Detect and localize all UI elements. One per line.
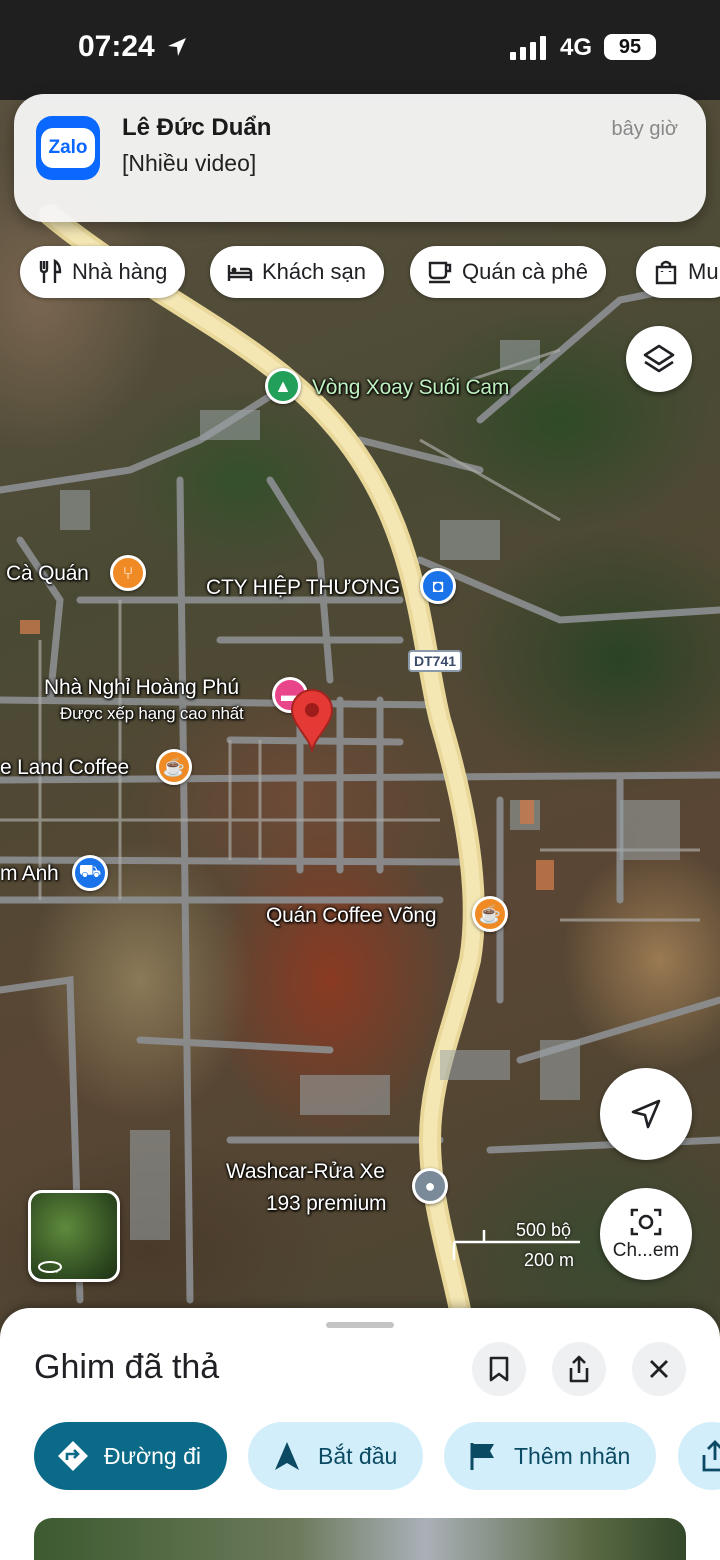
place-bottom-sheet[interactable]: Ghim đã thả Đường đi Bắt đầu Thêm nhãn bbox=[0, 1308, 720, 1560]
service-marker-icon[interactable]: ● bbox=[412, 1168, 448, 1204]
sheet-drag-handle[interactable] bbox=[326, 1322, 394, 1328]
share-icon bbox=[702, 1440, 720, 1472]
layers-icon bbox=[643, 344, 675, 373]
place-label-coffee-vong[interactable]: Quán Coffee Võng bbox=[266, 904, 437, 928]
notification-time: bây giờ bbox=[611, 118, 678, 140]
directions-icon bbox=[58, 1441, 88, 1471]
notification-message: [Nhiều video] bbox=[122, 150, 257, 176]
place-label-ca-quan[interactable]: Cà Quán bbox=[6, 562, 89, 586]
status-time: 07:24 bbox=[78, 30, 155, 63]
cafe-marker-icon[interactable]: ☕ bbox=[156, 749, 192, 785]
bookmark-icon bbox=[489, 1356, 509, 1382]
lens-button[interactable]: Ch...em bbox=[600, 1188, 692, 1280]
save-button[interactable] bbox=[472, 1342, 526, 1396]
share-button[interactable] bbox=[552, 1342, 606, 1396]
place-sublabel-rating: Được xếp hạng cao nhất bbox=[60, 704, 244, 723]
scale-imperial: 500 bộ bbox=[516, 1220, 572, 1240]
chip-shopping[interactable]: Mu bbox=[636, 246, 720, 298]
park-marker-icon[interactable]: ▲ bbox=[265, 368, 301, 404]
place-label-vong-xoay[interactable]: Vòng Xoay Suối Cam bbox=[312, 376, 509, 400]
chip-coffee[interactable]: Quán cà phê bbox=[410, 246, 606, 298]
network-type: 4G bbox=[560, 34, 593, 61]
place-label-washcar-line2[interactable]: 193 premium bbox=[266, 1192, 387, 1216]
restaurant-marker-icon[interactable]: ⑂ bbox=[110, 555, 146, 591]
place-photo[interactable] bbox=[34, 1518, 686, 1560]
shopping-bag-icon bbox=[655, 260, 677, 285]
chip-label: Nhà hàng bbox=[72, 259, 168, 284]
road-shield: DT741 bbox=[408, 650, 463, 672]
chip-restaurants[interactable]: Nhà hàng bbox=[20, 246, 186, 298]
close-icon bbox=[650, 1360, 668, 1378]
flag-icon bbox=[470, 1443, 494, 1470]
my-location-button[interactable] bbox=[600, 1068, 692, 1160]
add-label-button[interactable]: Thêm nhãn bbox=[444, 1422, 657, 1490]
place-label-nha-nghi[interactable]: Nhà Nghỉ Hoàng Phú bbox=[44, 676, 239, 700]
navigation-arrow-icon bbox=[275, 1442, 299, 1470]
map-scale: 500 bộ 200 m bbox=[450, 1220, 590, 1270]
shop-marker-icon[interactable]: ◘ bbox=[420, 568, 456, 604]
scale-metric: 200 m bbox=[524, 1250, 575, 1270]
place-label-land-coffee[interactable]: e Land Coffee bbox=[0, 756, 129, 780]
place-label-washcar[interactable]: Washcar-Rửa Xe bbox=[226, 1160, 385, 1184]
sheet-title: Ghim đã thả bbox=[34, 1348, 220, 1386]
street-view-thumbnail[interactable] bbox=[28, 1190, 120, 1282]
share-icon bbox=[569, 1355, 589, 1383]
coffee-icon bbox=[428, 261, 452, 284]
dropped-pin-icon[interactable] bbox=[290, 688, 334, 752]
map-layers-button[interactable] bbox=[626, 326, 692, 392]
street-view-360-icon bbox=[38, 1261, 62, 1273]
navigation-arrow-icon bbox=[631, 1099, 661, 1129]
chip-hotels[interactable]: Khách sạn bbox=[210, 246, 384, 298]
share-action-button[interactable] bbox=[678, 1422, 720, 1490]
chip-label: Khách sạn bbox=[262, 259, 366, 284]
cart-marker-icon[interactable]: ⛟ bbox=[72, 855, 108, 891]
location-arrow-icon bbox=[168, 38, 186, 56]
lens-label: Ch...em bbox=[612, 1240, 680, 1261]
camera-lens-icon bbox=[630, 1208, 662, 1236]
add-label-label: Thêm nhãn bbox=[514, 1442, 631, 1469]
start-button[interactable]: Bắt đầu bbox=[248, 1422, 424, 1490]
directions-button[interactable]: Đường đi bbox=[34, 1422, 227, 1490]
status-bar: 07:24 4G 95 bbox=[0, 0, 720, 100]
place-label-m-anh[interactable]: m Anh bbox=[0, 862, 59, 886]
close-button[interactable] bbox=[632, 1342, 686, 1396]
signal-bars-icon bbox=[510, 36, 546, 60]
restaurant-icon bbox=[39, 258, 62, 283]
start-label: Bắt đầu bbox=[318, 1442, 398, 1469]
notification-sender: Lê Đức Duẩn bbox=[122, 114, 272, 141]
directions-label: Đường đi bbox=[104, 1442, 201, 1469]
hotel-icon bbox=[227, 265, 253, 281]
battery-icon: 95 bbox=[604, 34, 656, 60]
notification-banner[interactable]: Zalo Lê Đức Duẩn [Nhiều video] bây giờ bbox=[14, 94, 706, 222]
chip-label: Mu bbox=[688, 259, 719, 284]
zalo-app-icon: Zalo bbox=[36, 116, 100, 180]
cafe-marker-icon[interactable]: ☕ bbox=[472, 896, 508, 932]
chip-label: Quán cà phê bbox=[462, 259, 588, 284]
place-label-cty-hiep-thuong[interactable]: CTY HIỆP THƯƠNG bbox=[206, 576, 400, 600]
